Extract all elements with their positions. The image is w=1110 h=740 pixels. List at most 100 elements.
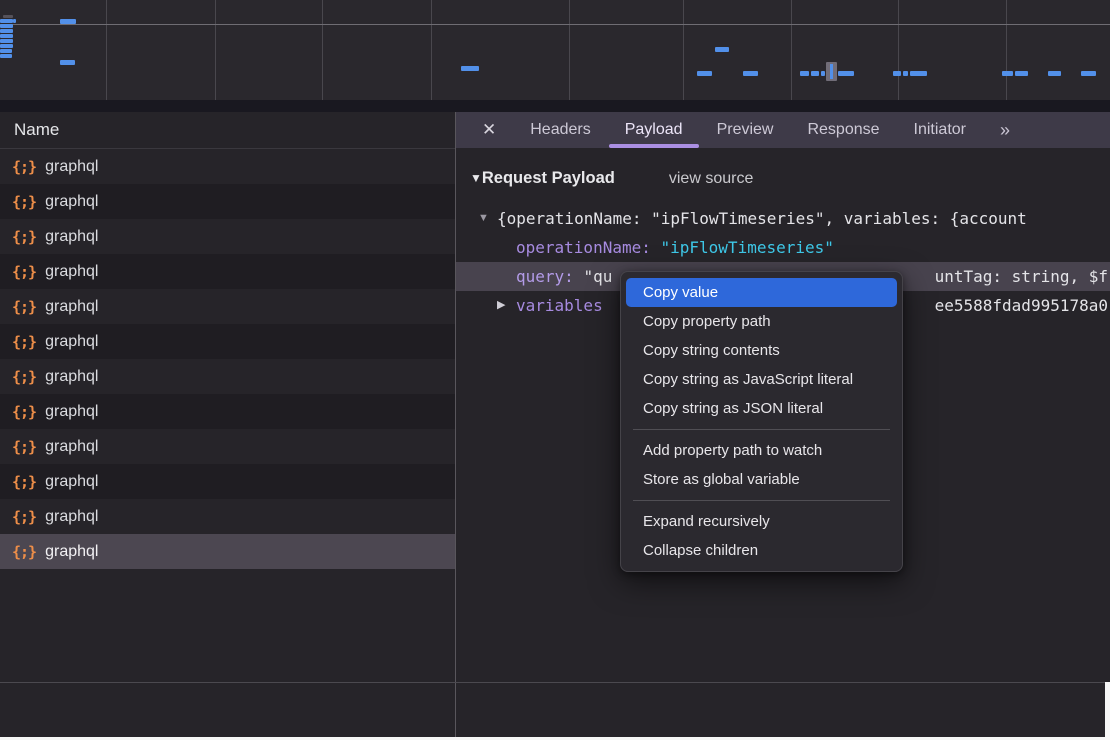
request-timing-bar xyxy=(715,47,729,52)
menu-item-copy-string-as-json-literal[interactable]: Copy string as JSON literal xyxy=(621,394,902,423)
tab-initiator[interactable]: Initiator xyxy=(914,112,966,148)
property-key: query xyxy=(516,267,564,286)
menu-separator xyxy=(633,500,890,501)
selected-request-marker xyxy=(826,62,837,81)
request-timing-bar xyxy=(1048,71,1061,76)
request-timing-bar xyxy=(1002,71,1013,76)
request-timing-bar xyxy=(838,71,854,76)
request-timing-bar xyxy=(811,71,819,76)
requests-panel: Name {;}graphql{;}graphql{;}graphql{;}gr… xyxy=(0,112,455,740)
json-braces-icon: {;} xyxy=(12,508,36,526)
request-row[interactable]: {;} graphql xyxy=(0,429,455,464)
request-name: graphql xyxy=(45,228,98,246)
request-row[interactable]: {;}graphql xyxy=(0,254,455,289)
timeline-gridline xyxy=(106,0,107,100)
request-timing-bar xyxy=(821,71,825,76)
request-row[interactable]: {;}graphql xyxy=(0,219,455,254)
request-timing-bar xyxy=(0,34,13,38)
request-timing-bar xyxy=(1081,71,1096,76)
json-braces-icon: {;} xyxy=(12,158,36,176)
collapsed-triangle-icon[interactable]: ▶ xyxy=(497,291,505,320)
request-timing-bar xyxy=(3,15,13,18)
tab-strip: Headers Payload Preview Response Initiator xyxy=(530,112,966,148)
property-value-start: "qu xyxy=(583,267,612,286)
view-source-link[interactable]: view source xyxy=(669,170,753,187)
request-row[interactable]: {;}graphql xyxy=(0,289,455,324)
timeline-gridline xyxy=(1006,0,1007,100)
request-name: graphql xyxy=(45,438,98,456)
property-value: "ipFlowTimeseries" xyxy=(661,238,834,257)
request-payload-section: ▼Request Payloadview source xyxy=(470,166,753,190)
request-timing-bar xyxy=(13,19,16,23)
property-key: operationName xyxy=(516,238,641,257)
tab-headers[interactable]: Headers xyxy=(530,112,590,148)
collapse-triangle-icon[interactable]: ▼ xyxy=(470,171,482,185)
menu-separator xyxy=(633,429,890,430)
menu-item-store-as-global-variable[interactable]: Store as global variable xyxy=(621,465,902,494)
request-row[interactable]: {;} graphql xyxy=(0,184,455,219)
object-preview-text: {operationName: "ipFlowTimeseries", vari… xyxy=(497,204,1027,233)
request-timing-bar xyxy=(697,71,712,76)
timeline-gridline xyxy=(322,0,323,100)
footer-divider xyxy=(0,682,1110,683)
expanded-triangle-icon[interactable]: ▼ xyxy=(478,204,489,233)
tab-payload[interactable]: Payload xyxy=(625,112,683,148)
request-name: graphql xyxy=(45,158,98,176)
menu-item-collapse-children[interactable]: Collapse children xyxy=(621,536,902,565)
timeline-gridline xyxy=(683,0,684,100)
object-preview-row[interactable]: ▼ {operationName: "ipFlowTimeseries", va… xyxy=(456,204,1110,233)
request-timing-bar xyxy=(743,71,758,76)
menu-item-copy-property-path[interactable]: Copy property path xyxy=(621,307,902,336)
request-name: graphql xyxy=(45,263,98,281)
page-right-edge xyxy=(1105,682,1110,740)
request-list: {;} graphql {;} graphql {;} graphql {;} graphql… xyxy=(0,149,455,569)
name-column-header[interactable]: Name xyxy=(0,112,455,149)
request-timing-bar xyxy=(0,44,13,48)
request-row[interactable]: {;}graphql xyxy=(0,324,455,359)
timeline-gridline xyxy=(898,0,899,100)
request-timing-bar xyxy=(461,66,479,71)
request-row[interactable]: {;}graphql xyxy=(0,499,455,534)
tab-preview[interactable]: Preview xyxy=(717,112,774,148)
request-timing-bar xyxy=(903,71,908,76)
menu-item-expand-recursively[interactable]: Expand recursively xyxy=(621,507,902,536)
property-row-operationname[interactable]: operationName: "ipFlowTimeseries" xyxy=(456,233,1110,262)
request-timing-bar xyxy=(60,60,75,65)
timeline-gridline xyxy=(215,0,216,100)
menu-item-copy-value[interactable]: Copy value xyxy=(626,278,897,307)
name-column-label: Name xyxy=(14,120,59,139)
json-braces-icon: {;} xyxy=(12,438,36,456)
json-braces-icon: {;} xyxy=(12,543,36,561)
request-row[interactable]: {;} graphql xyxy=(0,534,455,569)
json-braces-icon: {;} xyxy=(12,333,36,351)
menu-item-add-property-path-to-watch[interactable]: Add property path to watch xyxy=(621,436,902,465)
json-braces-icon: {;} xyxy=(12,403,36,421)
request-timing-bar xyxy=(893,71,901,76)
request-timing-bar xyxy=(0,24,13,28)
request-timing-bar xyxy=(0,39,13,43)
request-timing-bar xyxy=(0,54,12,58)
request-row[interactable]: {;}graphql xyxy=(0,394,455,429)
request-row[interactable]: {;} graphql xyxy=(0,149,455,184)
request-row[interactable]: {;}graphql xyxy=(0,464,455,499)
panel-divider[interactable] xyxy=(455,112,456,737)
tab-response[interactable]: Response xyxy=(807,112,879,148)
property-key: variables xyxy=(516,296,603,315)
request-name: graphql xyxy=(45,193,98,211)
close-icon[interactable]: ✕ xyxy=(482,112,496,148)
chevron-double-right-icon[interactable]: » xyxy=(1000,112,1008,148)
property-value-clipped-right: untTag: string, $f xyxy=(935,262,1108,291)
request-timing-bar xyxy=(0,19,13,23)
menu-item-copy-string-contents[interactable]: Copy string contents xyxy=(621,336,902,365)
context-menu: Copy valueCopy property pathCopy string … xyxy=(620,271,903,572)
menu-item-copy-string-as-javascript-literal[interactable]: Copy string as JavaScript literal xyxy=(621,365,902,394)
request-timing-bar xyxy=(0,29,13,33)
request-name: graphql xyxy=(45,543,98,561)
request-timing-bar xyxy=(800,71,809,76)
network-overview-timeline[interactable] xyxy=(0,0,1110,100)
overview-bottom-band xyxy=(0,100,1110,112)
request-timing-bar xyxy=(60,19,76,24)
request-row[interactable]: {;}graphql xyxy=(0,359,455,394)
json-braces-icon: {;} xyxy=(12,193,36,211)
selected-request-marker-bar xyxy=(830,64,833,79)
